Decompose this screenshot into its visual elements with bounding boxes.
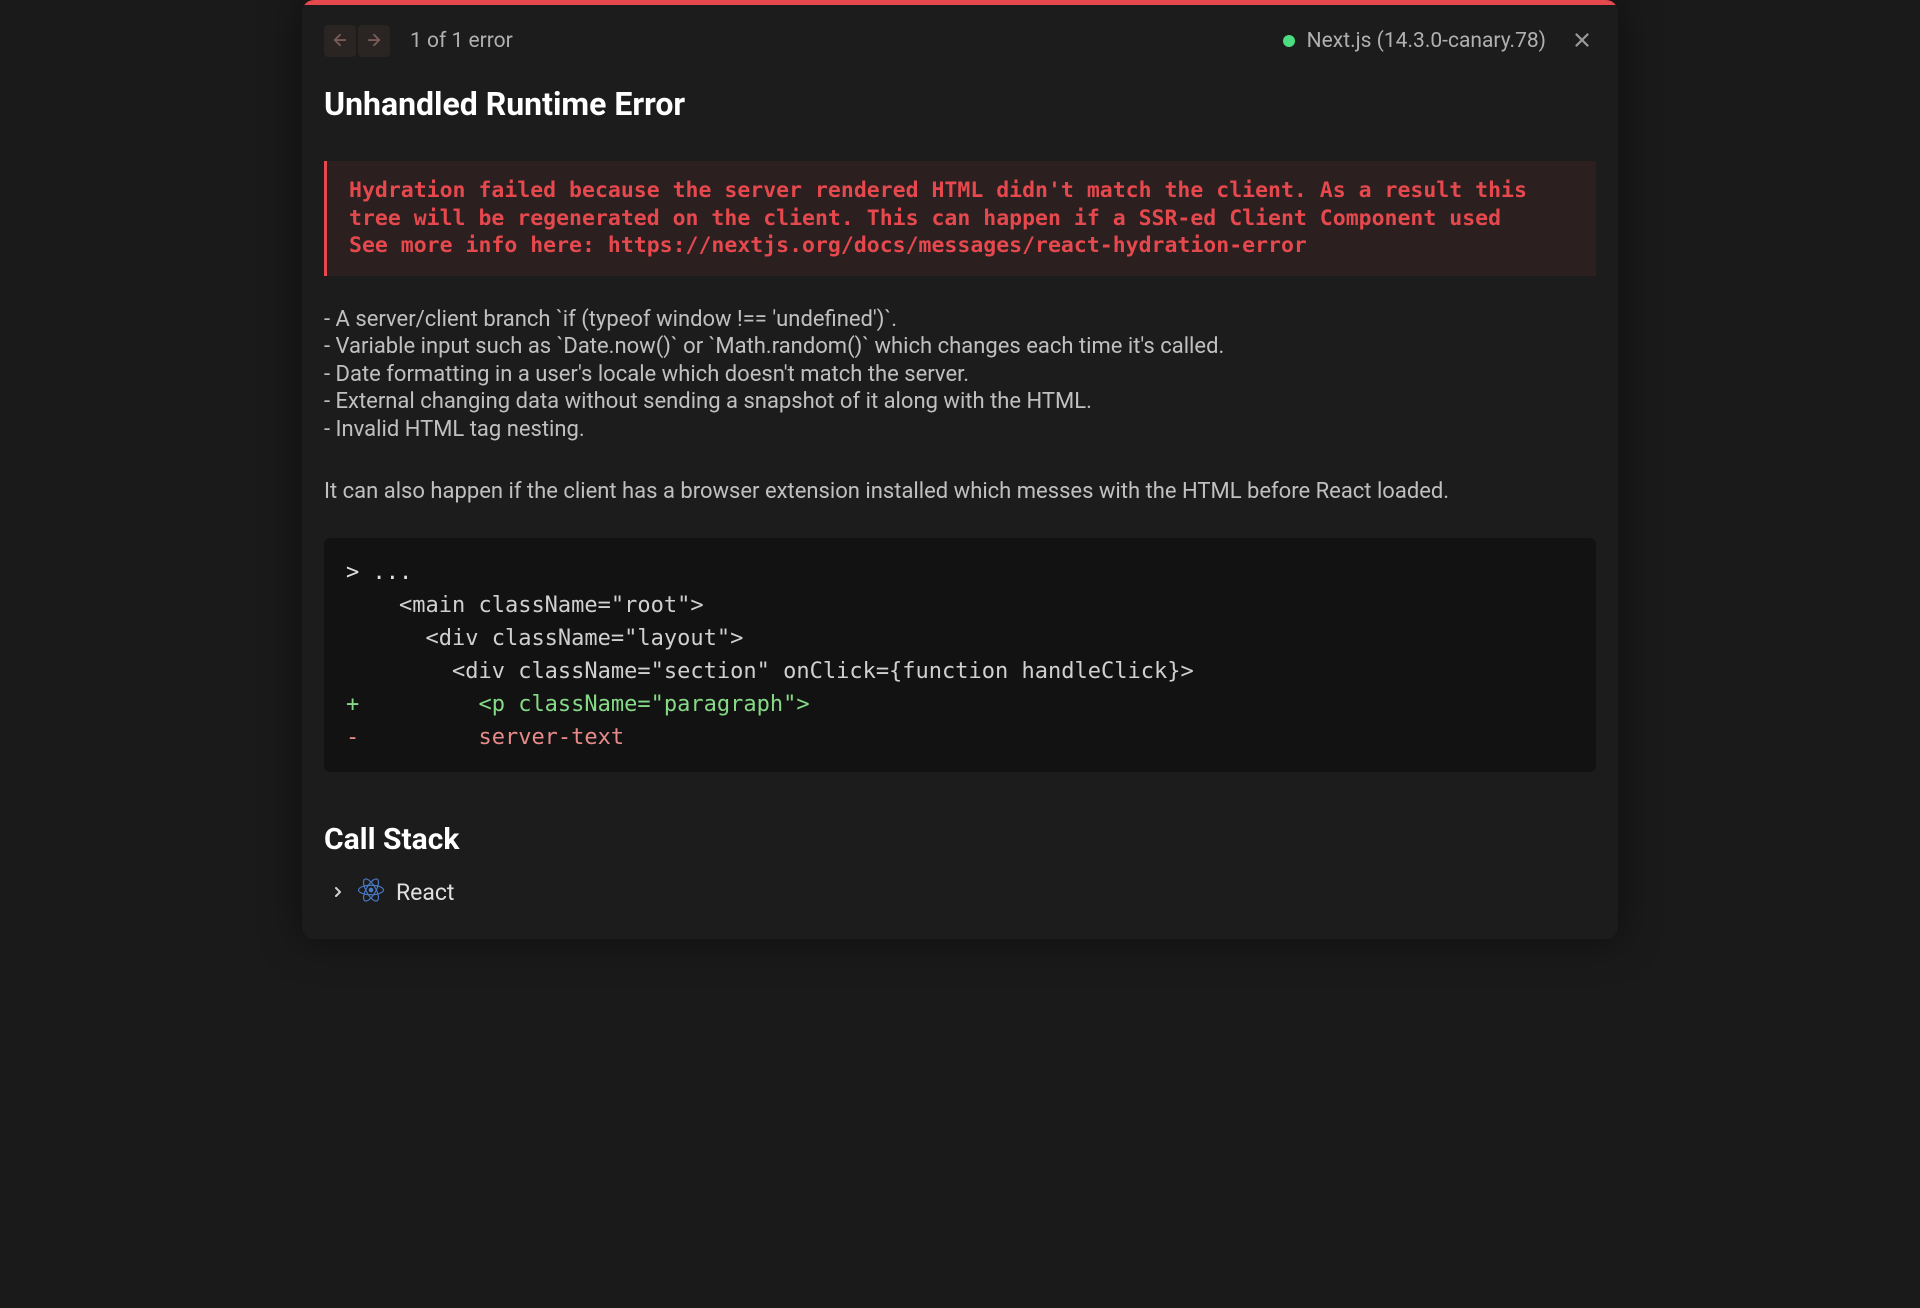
- callstack-item-label: React: [396, 879, 454, 906]
- diff-marker: [346, 626, 359, 651]
- diff-line-removed: - server-text: [346, 721, 1574, 754]
- diff-marker: [346, 659, 359, 684]
- callstack-item[interactable]: React: [324, 877, 1596, 909]
- arrow-left-icon: [331, 31, 349, 52]
- error-overlay: 1 of 1 error Next.js (14.3.0-canary.78) …: [302, 0, 1618, 939]
- overlay-header: 1 of 1 error Next.js (14.3.0-canary.78): [302, 5, 1618, 73]
- header-left: 1 of 1 error: [324, 25, 513, 57]
- diff-line: <main className="root">: [346, 589, 1574, 622]
- arrow-right-icon: [365, 31, 383, 52]
- react-icon: [358, 877, 384, 909]
- diff-line: <div className="layout">: [346, 622, 1574, 655]
- diff-marker: +: [346, 692, 359, 717]
- cause-item: - Date formatting in a user's locale whi…: [324, 361, 1596, 389]
- error-title: Unhandled Runtime Error: [324, 85, 1596, 123]
- diff-line: > ...: [346, 556, 1574, 589]
- cause-item: - Invalid HTML tag nesting.: [324, 416, 1596, 444]
- error-count: 1 of 1 error: [410, 29, 513, 53]
- nav-buttons: [324, 25, 390, 57]
- diff-marker: [346, 593, 359, 618]
- diff-line: <div className="section" onClick={functi…: [346, 655, 1574, 688]
- status-dot-icon: [1283, 35, 1295, 47]
- close-icon: [1571, 29, 1593, 54]
- close-button[interactable]: [1568, 27, 1596, 55]
- framework-status: Next.js (14.3.0-canary.78): [1283, 29, 1546, 53]
- overlay-content: Unhandled Runtime Error Hydration failed…: [302, 85, 1618, 939]
- cause-item: - A server/client branch `if (typeof win…: [324, 306, 1596, 334]
- cause-item: - External changing data without sending…: [324, 388, 1596, 416]
- error-message-box: Hydration failed because the server rend…: [324, 161, 1596, 276]
- diff-marker: -: [346, 725, 359, 750]
- chevron-right-icon: [330, 879, 346, 906]
- causes-list: - A server/client branch `if (typeof win…: [324, 306, 1596, 444]
- diff-marker: >: [346, 560, 359, 585]
- error-message-text: Hydration failed because the server rend…: [349, 177, 1574, 260]
- next-error-button[interactable]: [358, 25, 390, 57]
- callstack-title: Call Stack: [324, 822, 1596, 857]
- prev-error-button[interactable]: [324, 25, 356, 57]
- framework-version: Next.js (14.3.0-canary.78): [1307, 29, 1546, 53]
- header-right: Next.js (14.3.0-canary.78): [1283, 27, 1596, 55]
- diff-line-added: + <p className="paragraph">: [346, 688, 1574, 721]
- diff-code-block: > ... <main className="root"> <div class…: [324, 538, 1596, 772]
- cause-item: - Variable input such as `Date.now()` or…: [324, 333, 1596, 361]
- extension-note: It can also happen if the client has a b…: [324, 477, 1596, 508]
